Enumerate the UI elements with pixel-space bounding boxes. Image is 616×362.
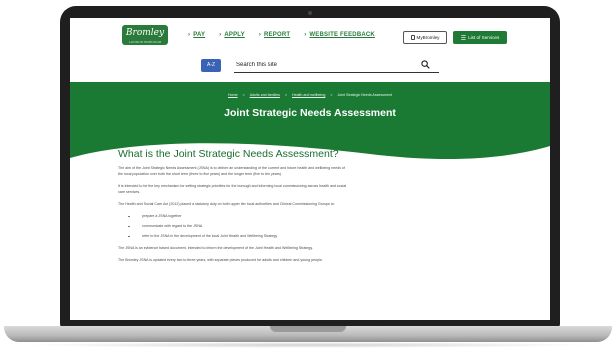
camera-icon [308,11,312,15]
logo-tagline: LONDON BOROUGH [128,40,162,44]
breadcrumb: Home > Adults and families > Health and well… [70,93,550,97]
list-of-services-label: List of Services [468,35,500,40]
menu-icon: ☰ [460,35,467,42]
browser-screen: Bromley LONDON BOROUGH PAY APPLY REPORT … [70,18,550,320]
paragraph-evidence: The JSNA is an evidence based document, … [118,246,313,250]
breadcrumb-adults-and-families[interactable]: Adults and families [250,93,280,97]
nav-link-report[interactable]: REPORT [259,32,290,42]
nav-link-pay[interactable]: PAY [188,32,205,42]
breadcrumb-health-and-wellbeing[interactable]: Health and wellbeing [292,93,325,97]
site-header: Bromley LONDON BOROUGH PAY APPLY REPORT … [70,18,550,52]
mybromley-label: MyBromley [416,35,440,40]
site-logo[interactable]: Bromley LONDON BOROUGH [122,25,168,45]
az-button[interactable]: A-Z [201,59,221,72]
breadcrumb-separator: > [242,93,245,97]
laptop-shadow [20,342,596,348]
paragraph-updates: The Bromley JSNA is updated every two to… [118,258,323,262]
search-icon[interactable] [421,60,430,69]
mybromley-button[interactable]: MyBromley [403,31,447,44]
laptop-frame: Bromley LONDON BOROUGH PAY APPLY REPORT … [0,0,616,362]
laptop-notch [270,326,346,332]
breadcrumb-home[interactable]: Home [228,93,238,97]
main-content: What is the Joint Strategic Needs Assess… [118,148,348,269]
list-item: communicate with regard to the JSNA [128,223,348,229]
account-icon [410,35,415,40]
duty-list: prepare a JSNA together communicate with… [128,213,348,239]
search-input[interactable] [234,58,439,73]
search-bar: A-Z [70,52,550,82]
breadcrumb-current-page: Joint Strategic Needs Assessment [337,93,392,97]
list-item: prepare a JSNA together [128,213,348,219]
breadcrumb-separator: > [284,93,287,97]
logo-name: Bromley [125,28,165,38]
content-heading: What is the Joint Strategic Needs Assess… [118,148,339,160]
list-of-services-button[interactable]: ☰ List of Services [453,31,507,44]
list-item: refer to the JSNA in the development of … [128,233,348,239]
paragraph-aim: The aim of the Joint Strategic Needs Ass… [118,166,345,176]
paragraph-statutory-duty: The Health and Social Care Act (2012) pl… [118,202,335,206]
page-title: Joint Strategic Needs Assessment [224,107,396,119]
top-nav: PAY APPLY REPORT WEBSITE FEEDBACK [188,32,375,42]
breadcrumb-separator: > [330,93,333,97]
nav-link-apply[interactable]: APPLY [219,32,245,42]
nav-link-website-feedback[interactable]: WEBSITE FEEDBACK [304,32,375,42]
paragraph-mechanism: It is intended to be the key mechanism f… [118,184,347,194]
